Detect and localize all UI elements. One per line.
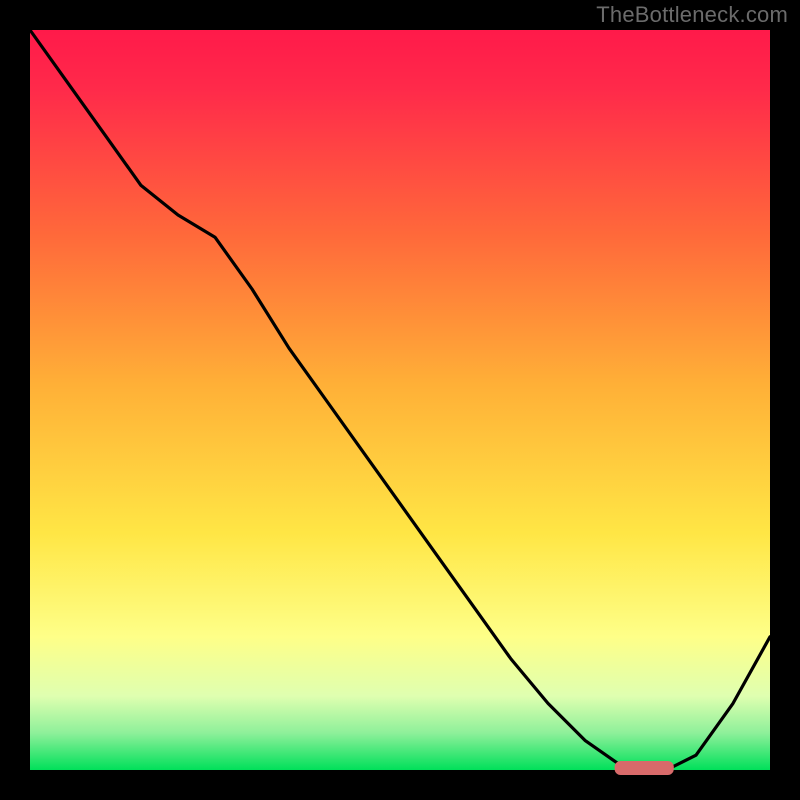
plot-area: [30, 30, 770, 770]
minimum-marker: [615, 761, 674, 775]
watermark-text: TheBottleneck.com: [596, 2, 788, 28]
bottleneck-chart: [0, 0, 800, 800]
chart-frame: TheBottleneck.com: [0, 0, 800, 800]
